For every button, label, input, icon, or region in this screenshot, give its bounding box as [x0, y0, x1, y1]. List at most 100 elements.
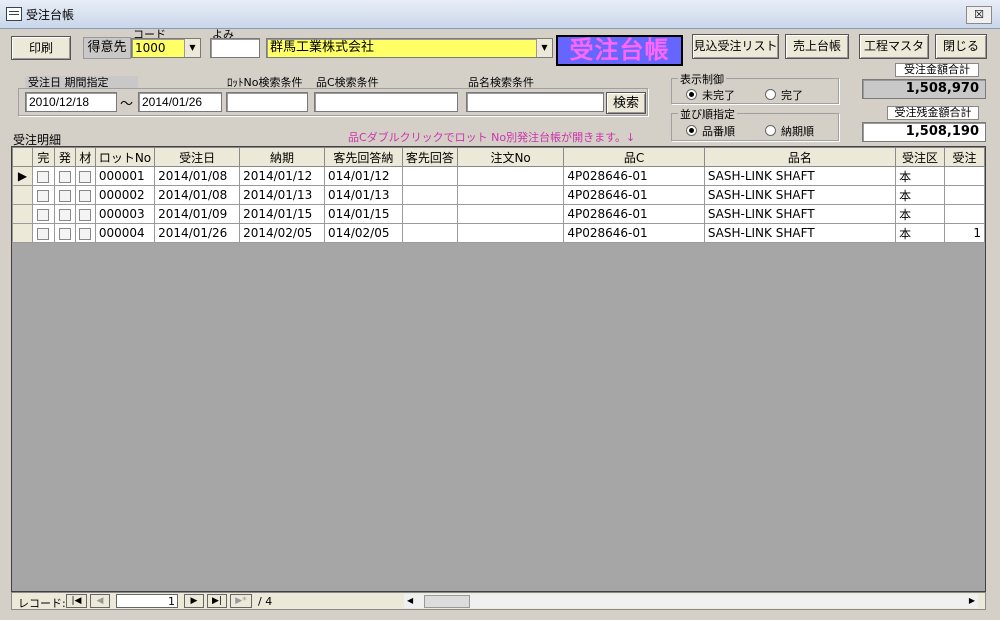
ordered-checkbox[interactable]: [58, 227, 71, 240]
chevron-down-icon[interactable]: ▼: [184, 39, 200, 57]
first-record-icon[interactable]: |◀: [66, 594, 87, 608]
answer2-cell[interactable]: [401, 223, 458, 243]
row-selector[interactable]: [12, 204, 33, 224]
date-from-input[interactable]: [25, 92, 117, 112]
radio-complete[interactable]: 完了: [765, 87, 803, 103]
qty-cell[interactable]: 1: [944, 223, 985, 243]
ordered-checkbox[interactable]: [58, 170, 71, 183]
answer-cell[interactable]: 014/01/12: [323, 166, 403, 186]
qty-cell[interactable]: [944, 166, 985, 186]
part-name-cell[interactable]: SASH-LINK SHAFT: [703, 166, 897, 186]
ordered-checkbox[interactable]: [58, 208, 71, 221]
current-record-input[interactable]: [116, 594, 178, 608]
process-master-button[interactable]: 工程マスタ: [859, 34, 929, 59]
lot-cell[interactable]: 000001: [94, 166, 156, 186]
horizontal-scrollbar[interactable]: ◀ ▶: [404, 594, 978, 608]
search-button[interactable]: 検索: [606, 92, 646, 114]
new-record-icon[interactable]: ▶*: [230, 594, 252, 608]
answer-cell[interactable]: 014/01/15: [323, 204, 403, 224]
answer2-cell[interactable]: [401, 185, 458, 205]
complete-checkbox[interactable]: [37, 208, 50, 221]
column-header[interactable]: 品名: [703, 147, 897, 167]
lot-cell[interactable]: 000004: [94, 223, 156, 243]
close-icon[interactable]: ☒: [966, 6, 992, 24]
radio-incomplete[interactable]: 未完了: [686, 87, 735, 103]
prev-record-icon[interactable]: ◀: [90, 594, 110, 608]
radio-sort-part[interactable]: 品番順: [686, 123, 735, 139]
order-date-cell[interactable]: 2014/01/08: [154, 185, 241, 205]
unit-cell[interactable]: 本: [895, 204, 945, 224]
part-name-cell[interactable]: SASH-LINK SHAFT: [703, 223, 897, 243]
unit-cell[interactable]: 本: [895, 185, 945, 205]
chevron-down-icon[interactable]: ▼: [536, 39, 552, 57]
detail-grid[interactable]: 完 発 材 ロットNo 受注日 納期 客先回答納 客先回答 注文No 品C 品名…: [11, 146, 986, 592]
due-date-cell[interactable]: 2014/01/15: [239, 204, 325, 224]
table-row[interactable]: ▶ 000001 2014/01/08 2014/01/12 014/01/12…: [12, 166, 985, 186]
current-record-icon[interactable]: ▶: [12, 166, 33, 186]
scroll-right-icon[interactable]: ▶: [969, 594, 975, 608]
po-cell[interactable]: [456, 204, 565, 224]
company-name-combo[interactable]: 群馬工業株式会社 ▼: [266, 38, 553, 58]
material-checkbox[interactable]: [79, 227, 92, 240]
answer-cell[interactable]: 014/01/13: [323, 185, 403, 205]
partc-search-input[interactable]: [314, 92, 458, 112]
table-row[interactable]: 000004 2014/01/26 2014/02/05 014/02/05 4…: [12, 223, 985, 243]
table-row[interactable]: 000003 2014/01/09 2014/01/15 014/01/15 4…: [12, 204, 985, 224]
partc-cell[interactable]: 4P028646-01: [563, 166, 705, 186]
column-header[interactable]: 材: [74, 147, 96, 167]
table-row[interactable]: 000002 2014/01/08 2014/01/13 014/01/13 4…: [12, 185, 985, 205]
name-search-input[interactable]: [466, 92, 604, 112]
unit-cell[interactable]: 本: [895, 223, 945, 243]
column-header[interactable]: 発: [53, 147, 76, 167]
next-record-icon[interactable]: ▶: [184, 594, 204, 608]
complete-checkbox[interactable]: [37, 227, 50, 240]
lot-cell[interactable]: 000003: [94, 204, 156, 224]
ordered-checkbox[interactable]: [58, 189, 71, 202]
partc-cell[interactable]: 4P028646-01: [563, 204, 705, 224]
radio-sort-due[interactable]: 納期順: [765, 123, 814, 139]
due-date-cell[interactable]: 2014/01/12: [239, 166, 325, 186]
scrollbar-thumb[interactable]: [424, 595, 470, 608]
complete-checkbox[interactable]: [37, 189, 50, 202]
po-cell[interactable]: [456, 166, 565, 186]
po-cell[interactable]: [456, 223, 565, 243]
material-checkbox[interactable]: [79, 189, 92, 202]
last-record-icon[interactable]: ▶|: [207, 594, 227, 608]
column-header[interactable]: 受注区: [895, 147, 945, 167]
column-header[interactable]: 客先回答納: [323, 147, 403, 167]
estimate-list-button[interactable]: 見込受注リスト: [692, 34, 779, 59]
due-date-cell[interactable]: 2014/02/05: [239, 223, 325, 243]
answer2-cell[interactable]: [401, 204, 458, 224]
column-header[interactable]: 客先回答: [401, 147, 458, 167]
partc-cell[interactable]: 4P028646-01: [563, 185, 705, 205]
yomi-input[interactable]: [210, 38, 260, 58]
row-selector[interactable]: [12, 185, 33, 205]
order-date-cell[interactable]: 2014/01/26: [154, 223, 241, 243]
answer-cell[interactable]: 014/02/05: [323, 223, 403, 243]
scroll-left-icon[interactable]: ◀: [407, 594, 413, 608]
due-date-cell[interactable]: 2014/01/13: [239, 185, 325, 205]
complete-checkbox[interactable]: [37, 170, 50, 183]
answer2-cell[interactable]: [401, 166, 458, 186]
column-header[interactable]: 受注日: [154, 147, 241, 167]
part-name-cell[interactable]: SASH-LINK SHAFT: [703, 204, 897, 224]
order-date-cell[interactable]: 2014/01/08: [154, 166, 241, 186]
po-cell[interactable]: [456, 185, 565, 205]
column-header[interactable]: ロットNo: [94, 147, 156, 167]
part-name-cell[interactable]: SASH-LINK SHAFT: [703, 185, 897, 205]
unit-cell[interactable]: 本: [895, 166, 945, 186]
column-header[interactable]: 受注: [944, 147, 985, 167]
sales-ledger-button[interactable]: 売上台帳: [785, 34, 849, 59]
qty-cell[interactable]: [944, 204, 985, 224]
close-button[interactable]: 閉じる: [935, 34, 987, 59]
column-header[interactable]: 納期: [239, 147, 325, 167]
lot-search-input[interactable]: [226, 92, 308, 112]
customer-code-combo[interactable]: 1000 ▼: [131, 38, 201, 58]
column-header[interactable]: 注文No: [456, 147, 565, 167]
row-selector[interactable]: [12, 223, 33, 243]
column-header[interactable]: 完: [31, 147, 55, 167]
qty-cell[interactable]: [944, 185, 985, 205]
material-checkbox[interactable]: [79, 170, 92, 183]
print-button[interactable]: 印刷: [11, 36, 71, 60]
order-date-cell[interactable]: 2014/01/09: [154, 204, 241, 224]
